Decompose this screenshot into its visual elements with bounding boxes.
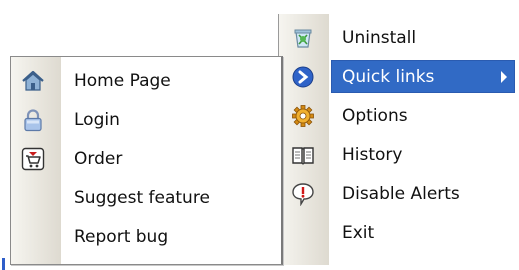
submenu-arrow-icon: [501, 71, 507, 83]
submenu-item-home-page[interactable]: Home Page: [11, 61, 281, 100]
menu-item-exit[interactable]: Exit: [279, 213, 519, 252]
quick-links-submenu: Home Page Login Order Suggest feature Re…: [10, 56, 283, 265]
uninstall-icon: [291, 26, 315, 50]
menu-item-label: Suggest feature: [74, 187, 210, 208]
book-icon: [291, 143, 315, 167]
menu-item-history[interactable]: History: [279, 135, 519, 174]
menu-item-uninstall[interactable]: Uninstall: [279, 18, 519, 57]
submenu-item-suggest-feature[interactable]: Suggest feature: [11, 178, 281, 217]
menu-item-label: Exit: [342, 222, 375, 243]
cart-icon: [21, 147, 45, 171]
menu-item-label: Report bug: [74, 226, 169, 247]
menu-item-label: Disable Alerts: [342, 183, 460, 204]
background-window-edge: [0, 40, 10, 270]
menu-item-disable-alerts[interactable]: Disable Alerts: [279, 174, 519, 213]
submenu-item-order[interactable]: Order: [11, 139, 281, 178]
gear-icon: [291, 104, 315, 128]
lock-icon: [21, 108, 45, 132]
background-window-accent: [2, 258, 5, 270]
menu-item-label: Home Page: [74, 70, 171, 91]
menu-item-label: Quick links: [342, 66, 435, 87]
quick-links-icon: [291, 65, 315, 89]
menu-item-label: Order: [74, 148, 123, 169]
submenu-item-login[interactable]: Login: [11, 100, 281, 139]
menu-item-quick-links[interactable]: Quick links: [279, 57, 519, 96]
context-menu: Uninstall Quick links Options History Di…: [278, 14, 519, 265]
home-icon: [21, 69, 45, 93]
menu-item-label: Options: [342, 105, 408, 126]
menu-item-label: Login: [74, 109, 120, 130]
menu-item-label: Uninstall: [342, 27, 417, 48]
submenu-item-report-bug[interactable]: Report bug: [11, 217, 281, 256]
menu-item-options[interactable]: Options: [279, 96, 519, 135]
menu-item-label: History: [342, 144, 403, 165]
alert-bubble-icon: [291, 182, 315, 206]
